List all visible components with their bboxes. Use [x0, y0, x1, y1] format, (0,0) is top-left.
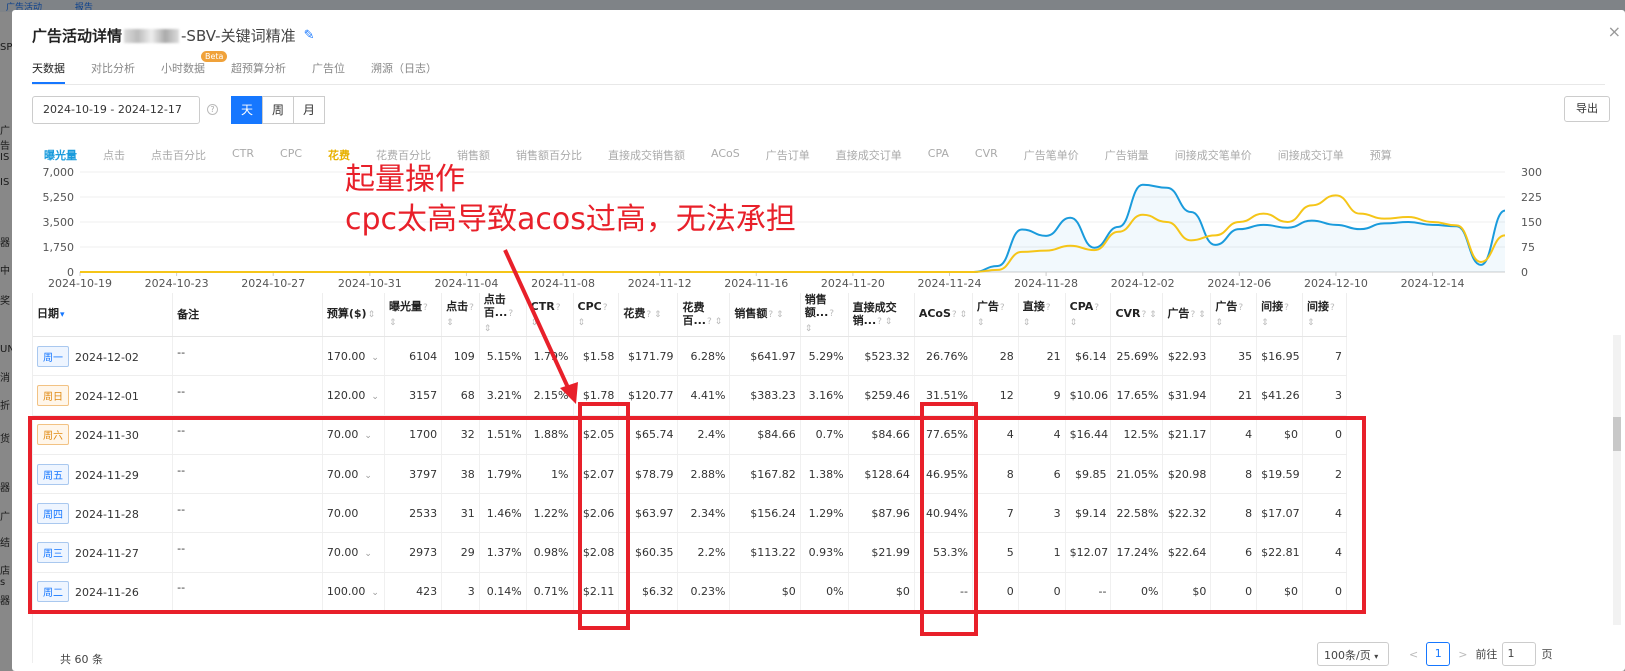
highlight-acos-box: [920, 402, 978, 636]
annotation-arrow-line: [503, 249, 572, 393]
highlight-rows-box: [28, 416, 1366, 614]
annotation-arrow-head: [560, 382, 578, 404]
highlight-cpc-box: [578, 402, 630, 630]
